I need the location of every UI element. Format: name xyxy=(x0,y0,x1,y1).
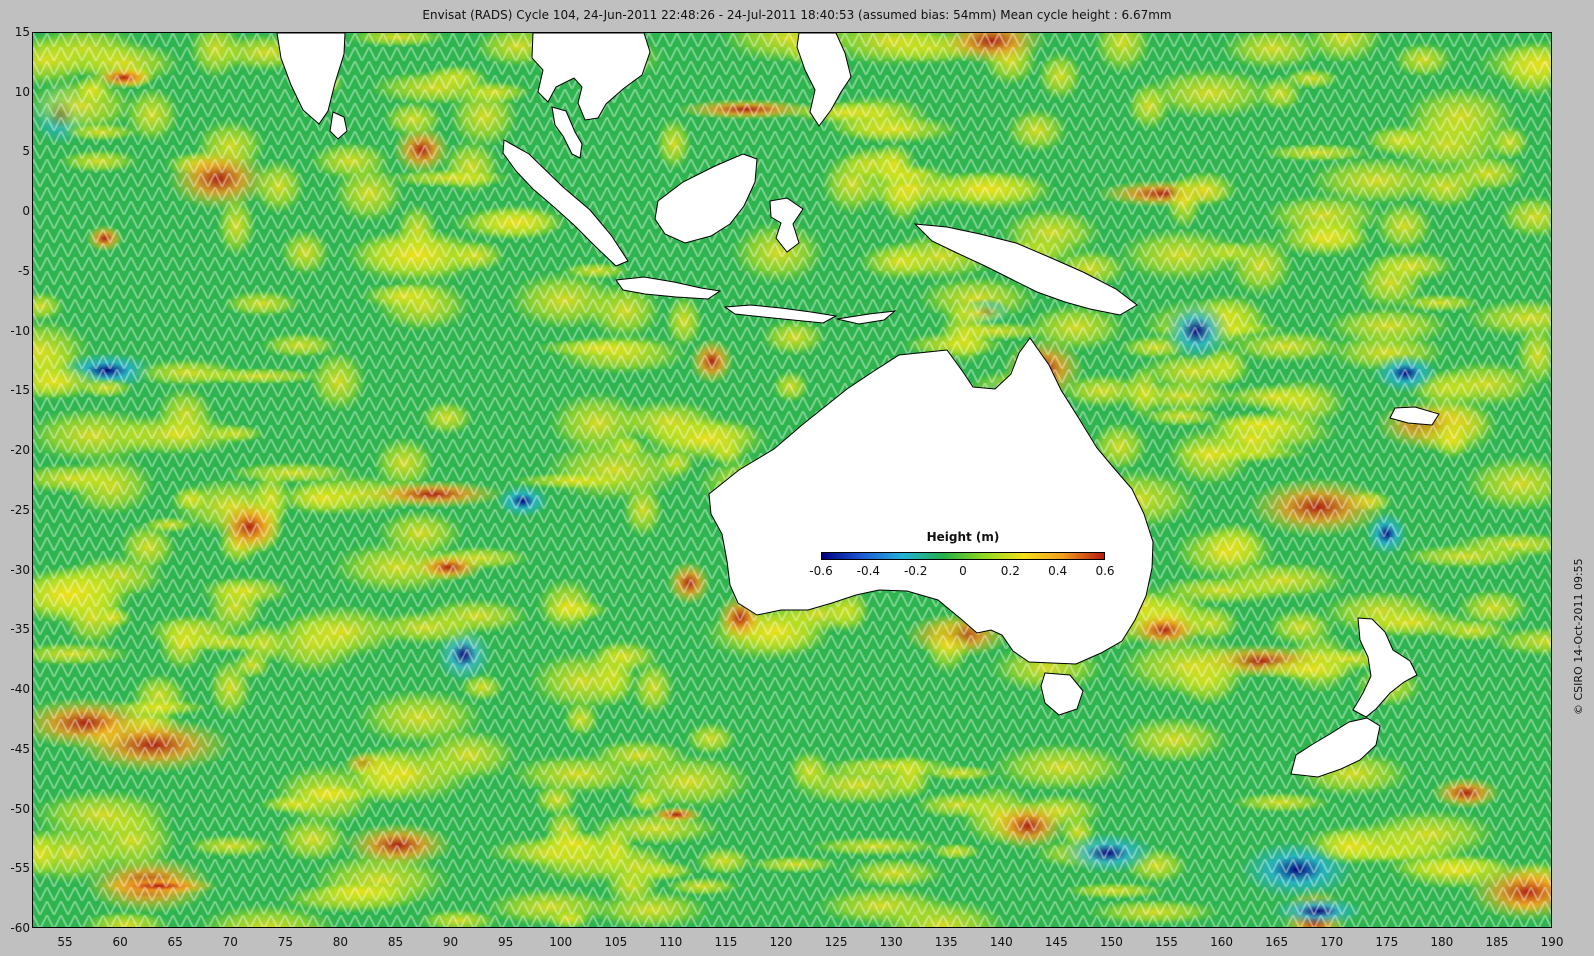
x-axis-tick-label: 70 xyxy=(222,935,238,949)
x-axis-tick-label: 135 xyxy=(934,935,958,949)
y-axis-tick-label: 0 xyxy=(22,204,30,219)
x-axis-tick-label: 75 xyxy=(277,935,293,949)
x-axis-tick-label: 105 xyxy=(604,935,628,949)
map-plot-area: Height (m) -0.6 -0.4 -0.2 0 0.2 0.4 0.6 xyxy=(32,32,1552,928)
x-axis-tick-label: 55 xyxy=(57,935,73,949)
y-axis-tick-label: -35 xyxy=(10,622,30,637)
x-axis-tick-label: 175 xyxy=(1375,935,1399,949)
y-axis-tick-label: 15 xyxy=(14,25,30,39)
x-axis-tick-label: 90 xyxy=(442,935,459,949)
x-axis-tick-label: 155 xyxy=(1155,935,1178,949)
x-axis-tick-label: 115 xyxy=(714,935,738,949)
x-axis-tick-label: 110 xyxy=(659,935,683,949)
x-axis-tick-label: 140 xyxy=(989,935,1013,949)
x-axis-tick-label: 145 xyxy=(1044,935,1068,949)
y-axis-tick-label: -20 xyxy=(10,443,30,458)
x-axis-tick-label: 150 xyxy=(1099,935,1123,949)
x-axis-tick-label: 120 xyxy=(769,935,793,949)
x-axis-tick-label: 65 xyxy=(167,935,183,949)
x-axis-tick-label: 85 xyxy=(387,935,404,949)
x-axis-tick-label: 95 xyxy=(497,935,514,949)
y-axis-tick-label: -5 xyxy=(18,263,30,278)
y-axis-tick-label: -45 xyxy=(10,741,30,756)
ocean-map xyxy=(33,33,1551,927)
y-axis-tick-label: -60 xyxy=(10,921,30,935)
y-axis-tick-label: -30 xyxy=(10,562,30,577)
x-axis-tick-label: 80 xyxy=(332,935,349,949)
y-axis-tick-label: -50 xyxy=(10,801,30,816)
x-axis-tick-label: 130 xyxy=(879,935,903,949)
y-axis-tick-label: -40 xyxy=(10,682,30,697)
x-axis-tick-label: 185 xyxy=(1485,935,1509,949)
x-axis-tick-label: 60 xyxy=(112,935,128,949)
x-axis-tick-label: 125 xyxy=(824,935,848,949)
x-axis-tick-label: 160 xyxy=(1210,935,1234,949)
map-figure: Envisat (RADS) Cycle 104, 24-Jun-2011 22… xyxy=(0,0,1594,956)
y-axis-tick-label: 10 xyxy=(14,84,30,99)
x-axis-tick-label: 180 xyxy=(1430,935,1454,949)
copyright-label: © CSIRO 14-Oct-2011 09:55 xyxy=(1572,558,1585,715)
y-axis-tick-label: -55 xyxy=(10,861,30,876)
x-axis-tick-label: 165 xyxy=(1265,935,1289,949)
y-axis-tick-label: 5 xyxy=(22,144,30,159)
x-axis-tick-label: 190 xyxy=(1540,935,1564,949)
x-axis-tick-label: 100 xyxy=(549,935,573,949)
y-axis-tick-label: -25 xyxy=(10,502,30,517)
y-axis-tick-label: -10 xyxy=(10,323,30,338)
page-title: Envisat (RADS) Cycle 104, 24-Jun-2011 22… xyxy=(422,8,1172,22)
y-axis-tick-label: -15 xyxy=(10,383,30,398)
x-axis-tick-label: 170 xyxy=(1320,935,1344,949)
